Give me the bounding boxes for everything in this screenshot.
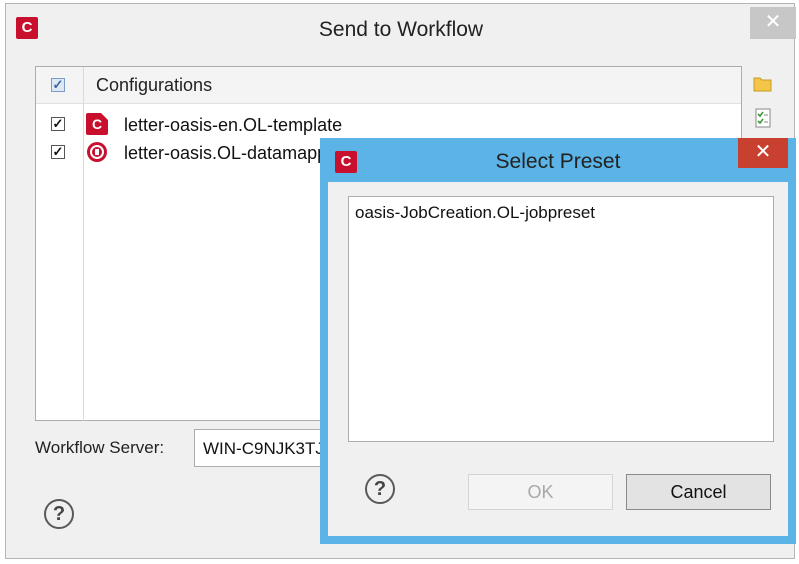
folder-icon[interactable]: [753, 74, 773, 94]
preset-dialog-title: Select Preset: [495, 150, 621, 173]
row-checkbox[interactable]: ✓: [51, 145, 65, 159]
row-label: letter-oasis.OL-datamapper: [124, 143, 344, 163]
close-button[interactable]: ✕: [750, 7, 796, 39]
row-label: letter-oasis-en.OL-template: [124, 115, 343, 135]
help-icon[interactable]: ?: [44, 499, 74, 529]
header-divider: [83, 67, 84, 103]
window-title: Send to Workflow: [318, 18, 484, 41]
preset-list-item[interactable]: oasis-JobCreation.OL-jobpreset: [355, 203, 595, 223]
main-titlebar: C Send to Workflow ✕: [6, 4, 796, 56]
preset-list: oasis-JobCreation.OL-jobpreset: [348, 196, 774, 442]
preset-close-button[interactable]: ✕: [738, 138, 788, 168]
workflow-server-label: Workflow Server:: [35, 438, 165, 457]
list-header: ✓ Configurations: [36, 67, 741, 104]
list-item[interactable]: ✓ C letter-oasis-en.OL-template: [36, 111, 741, 139]
checklist-icon[interactable]: [753, 108, 773, 128]
datamapper-icon: [87, 142, 107, 162]
row-checkbox[interactable]: ✓: [51, 117, 65, 131]
ok-button[interactable]: OK: [468, 474, 613, 510]
select-all-checkbox[interactable]: ✓: [51, 78, 65, 92]
preset-help-icon[interactable]: ?: [365, 474, 395, 504]
select-preset-dialog: C Select Preset ✕ oasis-JobCreation.OL-j…: [320, 138, 796, 544]
svg-text:C: C: [92, 116, 102, 132]
cancel-button[interactable]: Cancel: [626, 474, 771, 510]
preset-dialog-body: oasis-JobCreation.OL-jobpreset ? OK Canc…: [328, 182, 788, 536]
configurations-column-header[interactable]: Configurations: [96, 75, 212, 96]
template-icon: C: [86, 113, 108, 135]
